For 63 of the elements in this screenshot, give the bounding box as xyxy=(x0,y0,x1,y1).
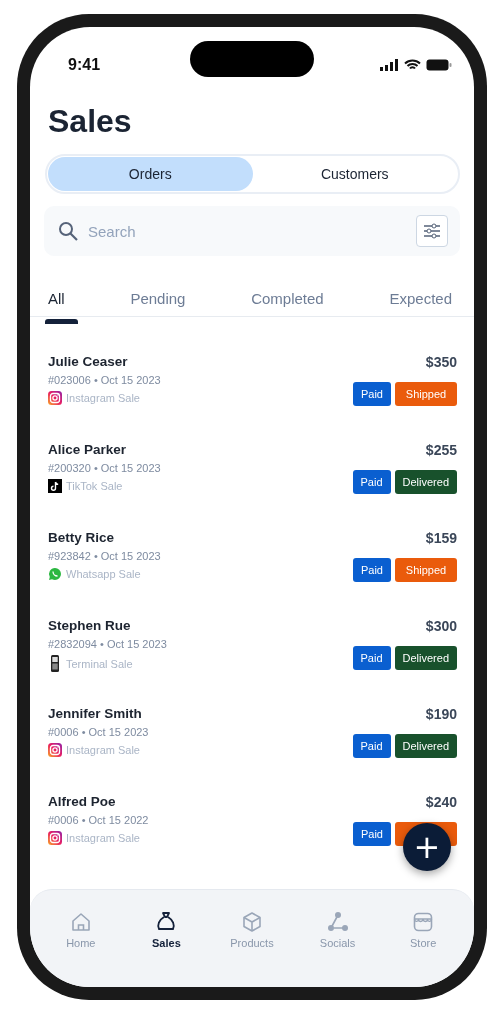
instagram-icon xyxy=(48,743,62,757)
nav-tab[interactable]: Sales xyxy=(136,910,197,954)
sale-source: Instagram Sale xyxy=(66,832,140,844)
customer-name: Julie Ceaser xyxy=(48,354,129,369)
order-meta: #2832094 • Oct 15 2023 xyxy=(48,638,167,650)
sale-source: Whatsapp Sale xyxy=(66,568,141,580)
filter-tab[interactable]: Completed xyxy=(243,277,332,319)
customer-name: Jennifer Smith xyxy=(48,706,143,721)
search-field[interactable]: Search xyxy=(44,206,460,256)
status-badge: Delivered xyxy=(394,470,457,494)
nav-tab[interactable]: Products xyxy=(222,910,282,954)
order-amount: $350 xyxy=(425,354,457,370)
status-badge: Paid xyxy=(352,558,391,582)
chat-bubble-icon xyxy=(48,567,62,581)
status-badge: Paid xyxy=(352,822,391,846)
filter-tab[interactable]: All xyxy=(40,277,73,319)
customer-name: Alfred Poe xyxy=(48,794,117,809)
customer-name: Stephen Rue xyxy=(48,618,132,633)
segment-tab[interactable]: Orders xyxy=(48,157,253,191)
order-amount: $300 xyxy=(425,618,457,634)
customer-name: Betty Rice xyxy=(48,530,116,545)
segment-tab[interactable]: Customers xyxy=(252,157,457,191)
status-badge: Paid xyxy=(352,470,391,494)
customer-name: Alice Parker xyxy=(48,442,128,457)
card-terminal-icon xyxy=(48,655,62,672)
cube-icon xyxy=(240,910,264,934)
nav-tab[interactable]: Home xyxy=(50,910,111,954)
signal-icon xyxy=(380,59,399,71)
tiktok-icon xyxy=(48,479,62,493)
status-badge: Paid xyxy=(352,646,391,670)
order-amount: $190 xyxy=(425,706,457,722)
status-badge: Shipped xyxy=(395,382,457,406)
page-title: Sales xyxy=(48,103,133,140)
status-badge: Delivered xyxy=(394,646,457,670)
order-amount: $255 xyxy=(425,442,457,458)
filter-button[interactable] xyxy=(416,215,448,247)
sale-source: Instagram Sale xyxy=(66,392,140,404)
order-meta: #0006 • Oct 15 2022 xyxy=(48,814,149,826)
sale-source: Instagram Sale xyxy=(66,744,140,756)
sliders-icon xyxy=(423,223,441,239)
status-time: 9:41 xyxy=(68,56,101,74)
nav-tab[interactable]: Store xyxy=(393,910,454,954)
order-meta: #023006 • Oct 15 2023 xyxy=(48,374,161,386)
order-meta: #0006 • Oct 15 2023 xyxy=(48,726,149,738)
nav-tab[interactable]: Socials xyxy=(307,910,368,954)
filter-tab[interactable]: Pending xyxy=(122,277,194,319)
filter-tab[interactable]: Expected xyxy=(381,277,460,319)
battery-icon xyxy=(426,59,452,71)
order-meta: #923842 • Oct 15 2023 xyxy=(48,550,161,562)
status-badge: Shipped xyxy=(395,558,457,582)
sale-source: TikTok Sale xyxy=(66,480,123,492)
wifi-icon xyxy=(404,59,421,71)
status-badge: Paid xyxy=(352,382,391,406)
status-badge: Paid xyxy=(352,734,391,758)
status-badge: Delivered xyxy=(394,734,457,758)
nodes-icon xyxy=(325,910,350,934)
instagram-icon xyxy=(48,391,62,405)
instagram-icon xyxy=(48,831,62,845)
order-amount: $159 xyxy=(425,530,457,546)
order-meta: #200320 • Oct 15 2023 xyxy=(48,462,161,474)
sale-source: Terminal Sale xyxy=(66,657,133,670)
add-button[interactable]: + xyxy=(403,823,451,871)
order-amount: $240 xyxy=(425,794,457,810)
